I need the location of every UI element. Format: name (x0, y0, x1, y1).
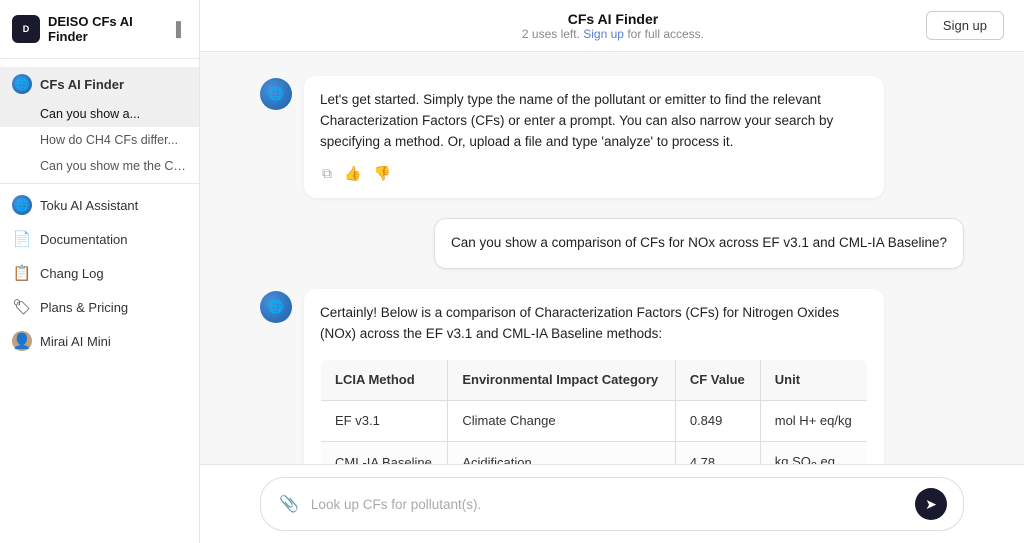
signup-link[interactable]: Sign up (583, 27, 624, 41)
sidebar-item-label: Documentation (40, 232, 127, 247)
chat-history-item[interactable]: How do CH4 CFs differ... (0, 127, 199, 153)
assistant-message-bubble: Let's get started. Simply type the name … (304, 76, 884, 198)
topbar-center: CFs AI Finder 2 uses left. Sign up for f… (522, 11, 704, 41)
table-row: EF v3.1 Climate Change 0.849 mol H+ eq/k… (321, 400, 868, 441)
topbar-subtitle: 2 uses left. Sign up for full access. (522, 27, 704, 41)
sidebar-item-label: Chang Log (40, 266, 104, 281)
avatar-icon: 👤 (12, 331, 32, 351)
globe-icon: 🌐 (12, 74, 32, 94)
chat-input[interactable] (311, 497, 905, 512)
sidebar-item-changelog[interactable]: 📋 Chang Log (0, 256, 199, 290)
assistant-avatar: 🌐 (260, 78, 292, 110)
chat-history-item[interactable]: Can you show a... (0, 101, 199, 127)
message-row: 🌐 Certainly! Below is a comparison of Ch… (260, 289, 964, 464)
table-cell-method: EF v3.1 (321, 400, 448, 441)
message-actions: ⧉ 👍 👎 (320, 163, 868, 184)
assistant-avatar: 🌐 (260, 291, 292, 323)
table-header-env-impact: Environmental Impact Category (448, 359, 675, 400)
sidebar-item-documentation[interactable]: 📄 Documentation (0, 222, 199, 256)
thumbs-down-button[interactable]: 👎 (371, 163, 392, 184)
message-row: Can you show a comparison of CFs for NOx… (260, 218, 964, 269)
thumbs-up-button[interactable]: 👍 (342, 163, 363, 184)
sidebar-item-label: Toku AI Assistant (40, 198, 138, 213)
table-cell-category: Acidification (448, 441, 675, 464)
sidebar-toggle-button[interactable]: ▐ (165, 18, 187, 40)
sidebar-item-plans-pricing[interactable]: 🏷 Plans & Pricing (0, 290, 199, 324)
table-cell-unit: kg SO2 eq (760, 441, 867, 464)
sidebar-item-label: Plans & Pricing (40, 300, 128, 315)
signup-button[interactable]: Sign up (926, 11, 1004, 40)
input-container: 📎 ➤ (260, 477, 964, 531)
table-header-cf-value: CF Value (675, 359, 760, 400)
sidebar-item-toku-ai[interactable]: 🌐 Toku AI Assistant (0, 188, 199, 222)
brand-name: DEISO CFs AI Finder (48, 14, 157, 44)
cf-comparison-table: LCIA Method Environmental Impact Categor… (320, 359, 868, 464)
tag-icon: 🏷 (12, 297, 32, 317)
doc-icon: 📄 (12, 229, 32, 249)
message-text: Can you show a comparison of CFs for NOx… (451, 235, 947, 250)
input-bar: 📎 ➤ (200, 464, 1024, 543)
message-text: Certainly! Below is a comparison of Char… (320, 305, 839, 341)
table-header-unit: Unit (760, 359, 867, 400)
table-header-lcia: LCIA Method (321, 359, 448, 400)
globe-icon: 🌐 (12, 195, 32, 215)
copy-button[interactable]: ⧉ (320, 163, 334, 184)
topbar: CFs AI Finder 2 uses left. Sign up for f… (200, 0, 1024, 52)
table-cell-cf: 4.78 (675, 441, 760, 464)
table-cell-unit: mol H+ eq/kg (760, 400, 867, 441)
sidebar-nav: 🌐 CFs AI Finder Can you show a... How do… (0, 59, 199, 366)
message-text: Let's get started. Simply type the name … (320, 92, 833, 149)
sidebar-header: D DEISO CFs AI Finder ▐ (0, 0, 199, 59)
table-cell-method: CML-IA Baseline (321, 441, 448, 464)
user-message-bubble: Can you show a comparison of CFs for NOx… (434, 218, 964, 269)
chat-area: 🌐 Let's get started. Simply type the nam… (200, 52, 1024, 464)
message-row: 🌐 Let's get started. Simply type the nam… (260, 76, 964, 198)
main-area: CFs AI Finder 2 uses left. Sign up for f… (200, 0, 1024, 543)
sidebar: D DEISO CFs AI Finder ▐ 🌐 CFs AI Finder … (0, 0, 200, 543)
table-cell-category: Climate Change (448, 400, 675, 441)
table-row: CML-IA Baseline Acidification 4.78 kg SO… (321, 441, 868, 464)
divider (0, 183, 199, 184)
sidebar-item-mirai-ai[interactable]: 👤 Mirai AI Mini (0, 324, 199, 358)
attach-button[interactable]: 📎 (277, 492, 301, 516)
sidebar-item-cfs-ai-finder[interactable]: 🌐 CFs AI Finder (0, 67, 199, 101)
send-button[interactable]: ➤ (915, 488, 947, 520)
sidebar-item-label: Mirai AI Mini (40, 334, 111, 349)
list-icon: 📋 (12, 263, 32, 283)
page-title: CFs AI Finder (522, 11, 704, 27)
table-cell-cf: 0.849 (675, 400, 760, 441)
topbar-right: Sign up (926, 11, 1004, 40)
brand-logo: D (12, 15, 40, 43)
sidebar-item-label: CFs AI Finder (40, 77, 124, 92)
chat-history-item[interactable]: Can you show me the CF... (0, 153, 199, 179)
assistant-message-bubble: Certainly! Below is a comparison of Char… (304, 289, 884, 464)
